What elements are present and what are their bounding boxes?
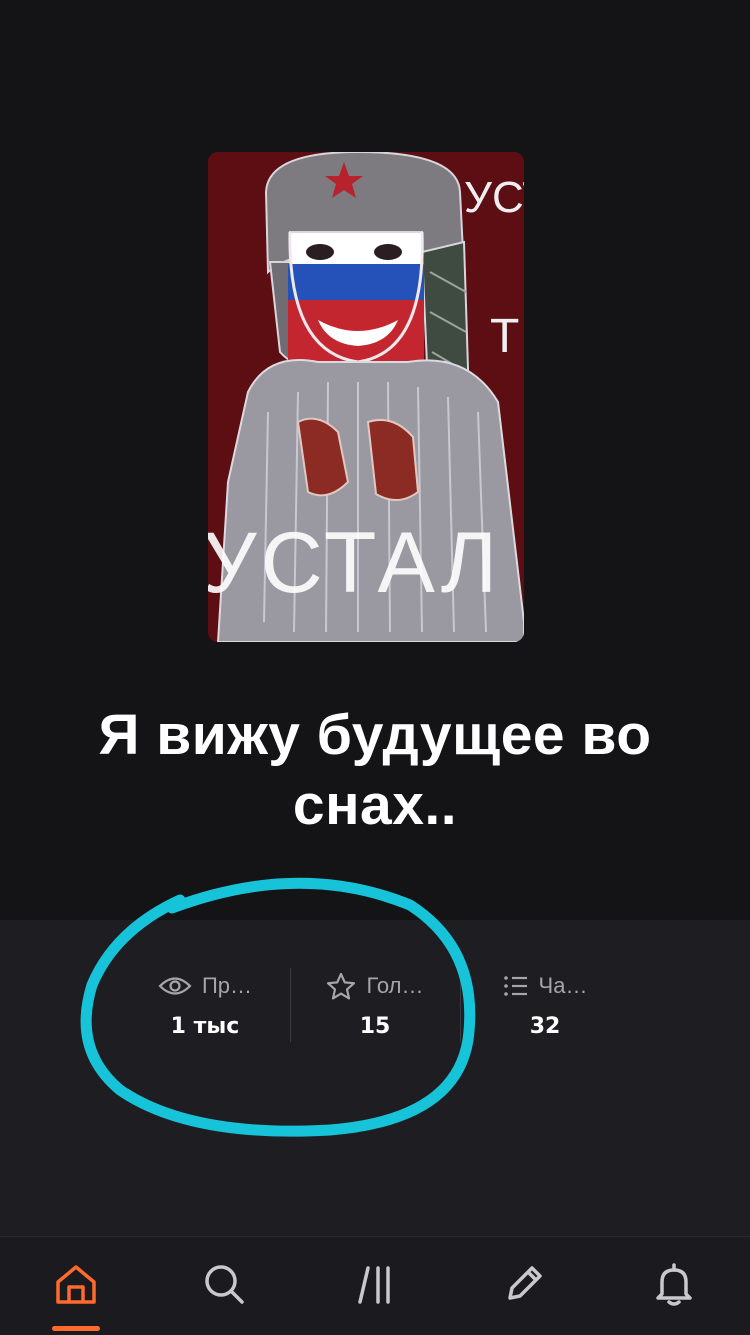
eye-icon <box>158 975 192 997</box>
stat-votes-label: Гол… <box>366 973 424 998</box>
stat-reads: Пр… 1 тыс <box>120 972 290 1039</box>
star-icon <box>326 972 356 1000</box>
stat-parts[interactable]: Ча… 32 <box>460 972 630 1039</box>
stat-votes: Гол… 15 <box>290 972 460 1039</box>
notifications-icon <box>652 1262 696 1311</box>
stat-parts-value: 32 <box>529 1014 561 1039</box>
home-icon <box>54 1262 98 1311</box>
library-icon <box>354 1262 398 1311</box>
stat-parts-label: Ча… <box>538 973 588 998</box>
tab-notifications[interactable] <box>646 1258 702 1314</box>
cover-caption-mid: Т <box>490 310 519 363</box>
cover-illustration: УСТ Т УСТАЛ <box>208 152 524 642</box>
active-tab-indicator <box>52 1326 100 1331</box>
story-stats-panel <box>0 920 750 1236</box>
stat-votes-value: 15 <box>359 1014 391 1039</box>
stat-reads-label: Пр… <box>201 973 253 998</box>
story-cover-image[interactable]: УСТ Т УСТАЛ <box>208 152 524 642</box>
tab-home[interactable] <box>48 1258 104 1314</box>
tab-search[interactable] <box>196 1258 252 1314</box>
tab-library[interactable] <box>348 1258 404 1314</box>
list-icon <box>503 975 529 997</box>
story-title: Я вижу будущее во снах.. <box>98 703 652 837</box>
tab-write[interactable] <box>496 1258 552 1314</box>
cover-caption-top: УСТ <box>464 173 524 222</box>
write-icon <box>502 1262 546 1311</box>
search-icon <box>202 1262 246 1311</box>
cover-caption-bottom: УСТАЛ <box>208 515 501 611</box>
stat-reads-value: 1 тыс <box>170 1014 240 1039</box>
